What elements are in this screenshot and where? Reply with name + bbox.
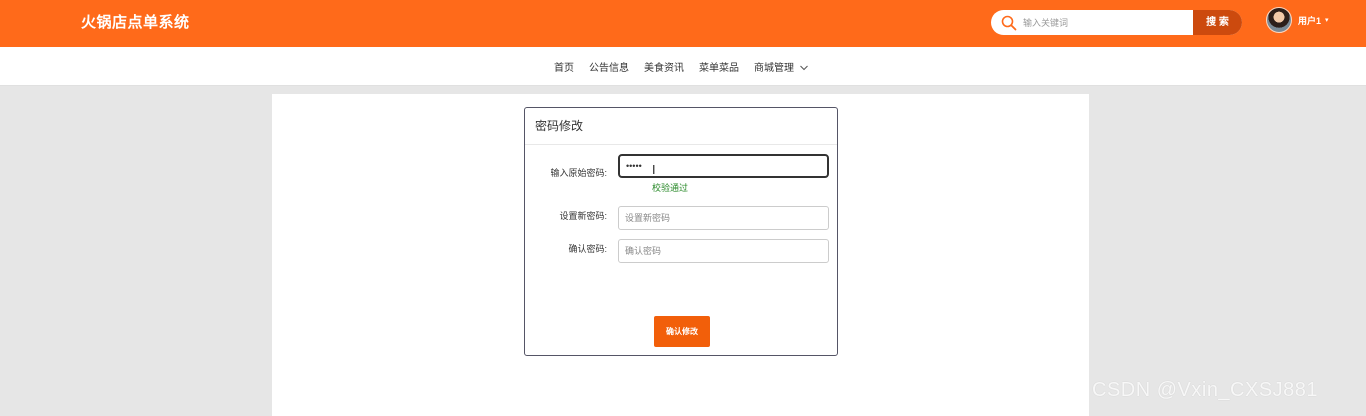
chevron-down-icon[interactable] bbox=[799, 65, 808, 71]
validation-message: 校验通过 bbox=[652, 183, 689, 193]
nav-item-food-news[interactable]: 美食资讯 bbox=[644, 59, 684, 74]
text-cursor-icon: I bbox=[652, 163, 656, 177]
nav-item-home[interactable]: 首页 bbox=[554, 59, 574, 74]
search-button[interactable]: 搜 索 bbox=[1193, 10, 1242, 35]
new-password-field[interactable] bbox=[618, 206, 829, 230]
search-icon bbox=[1001, 15, 1017, 31]
user-menu[interactable]: 用户1 ▾ bbox=[1266, 7, 1329, 33]
old-password-field[interactable] bbox=[618, 154, 829, 178]
confirm-change-button[interactable]: 确认修改 bbox=[654, 316, 710, 347]
main-nav: 首页 公告信息 美食资讯 菜单菜品 商城管理 bbox=[0, 47, 1366, 86]
top-header: 火锅店点单系统 搜 索 用户1 ▾ bbox=[0, 0, 1366, 47]
nav-item-mall-management[interactable]: 商城管理 bbox=[754, 59, 808, 74]
nav-item-announcements[interactable]: 公告信息 bbox=[589, 59, 629, 74]
user-name[interactable]: 用户1 bbox=[1298, 14, 1321, 27]
watermark: CSDN @Vxin_CXSJ881 bbox=[1092, 379, 1319, 401]
content-area: 密码修改 输入原始密码: I 校验通过 设置新密码: 确认密码: 确认修改 bbox=[272, 94, 1089, 416]
new-password-label: 设置新密码: bbox=[559, 211, 607, 221]
site-title[interactable]: 火锅店点单系统 bbox=[81, 11, 190, 32]
password-change-panel: 密码修改 输入原始密码: I 校验通过 设置新密码: 确认密码: 确认修改 bbox=[524, 107, 838, 356]
search-input[interactable] bbox=[1023, 10, 1183, 35]
confirm-password-label: 确认密码: bbox=[568, 244, 607, 254]
nav-item-label[interactable]: 商城管理 bbox=[754, 63, 794, 74]
old-password-label: 输入原始密码: bbox=[550, 168, 607, 178]
search-box: 搜 索 bbox=[991, 10, 1242, 35]
nav-item-menu-dishes[interactable]: 菜单菜品 bbox=[699, 59, 739, 74]
panel-title: 密码修改 bbox=[525, 108, 837, 145]
nav-list: 首页 公告信息 美食资讯 菜单菜品 商城管理 bbox=[554, 47, 808, 86]
caret-down-icon[interactable]: ▾ bbox=[1325, 16, 1329, 24]
confirm-password-field[interactable] bbox=[618, 239, 829, 263]
avatar[interactable] bbox=[1266, 7, 1292, 33]
